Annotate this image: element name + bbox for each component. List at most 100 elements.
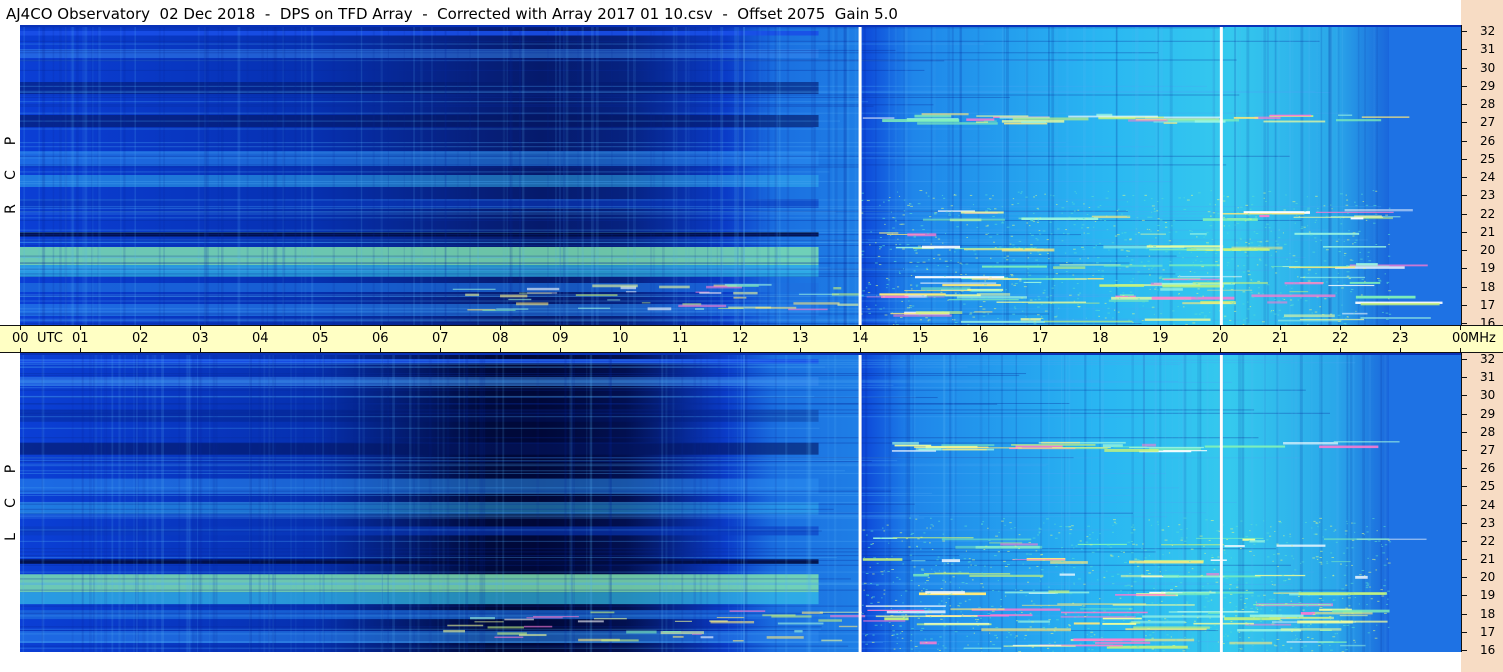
lcp-frequency-label: 19 — [1480, 588, 1496, 603]
time-axis-label: 03 — [192, 331, 209, 346]
lcp-frequency-label: 24 — [1480, 497, 1496, 512]
lcp-frequency-label: 17 — [1480, 624, 1496, 639]
time-axis-label: 22 — [1332, 331, 1349, 346]
rcp-frequency-label: 20 — [1480, 243, 1496, 257]
lcp-frequency-label: 27 — [1480, 442, 1496, 457]
lcp-frequency-tick — [1462, 650, 1467, 651]
rcp-frequency-tick — [1462, 31, 1467, 32]
time-axis-label: 02 — [132, 331, 149, 346]
time-axis-tick — [800, 348, 801, 352]
lcp-spectrogram-image — [20, 353, 1461, 652]
time-axis-label: 01 — [72, 331, 89, 346]
time-axis-tick — [140, 326, 141, 330]
time-axis-tick — [260, 326, 261, 330]
lcp-frequency-label: 23 — [1480, 515, 1496, 530]
rcp-frequency-label: 32 — [1480, 24, 1496, 38]
time-axis-tick — [800, 326, 801, 330]
time-axis-tick — [320, 348, 321, 352]
lcp-frequency-label: 16 — [1480, 643, 1496, 657]
lcp-frequency-axis: 32 31 30 29 28 27 26 25 24 23 22 21 20 19 18 17 16 — [1461, 352, 1503, 656]
rcp-frequency-tick — [1462, 177, 1467, 178]
rcp-frequency-label: 29 — [1480, 78, 1496, 93]
time-axis-tick — [560, 326, 561, 330]
rcp-frequency-tick — [1462, 323, 1467, 324]
lcp-frequency-label: 31 — [1480, 370, 1496, 385]
time-axis-tick — [1400, 326, 1401, 330]
rcp-frequency-label: 21 — [1480, 224, 1496, 239]
lcp-frequency-tick — [1462, 540, 1467, 542]
lcp-frequency-label: 22 — [1480, 533, 1496, 548]
time-axis-tick — [980, 348, 981, 352]
time-axis-tick — [920, 348, 921, 352]
time-axis-label: 07 — [432, 331, 449, 346]
time-axis-tick — [1340, 326, 1341, 330]
lcp-frequency-tick — [1462, 631, 1467, 633]
rcp-frequency-label: 22 — [1480, 206, 1496, 221]
time-axis-label: 15 — [912, 331, 929, 346]
lcp-frequency-tick — [1462, 449, 1467, 451]
rcp-frequency-tick — [1462, 250, 1467, 251]
lcp-letter-l: P — [3, 464, 19, 474]
rcp-frequency-label: 30 — [1480, 60, 1496, 75]
rcp-frequency-tick — [1462, 49, 1467, 51]
time-axis-tick — [860, 326, 861, 330]
time-axis-label: 23 — [1392, 331, 1409, 346]
lcp-frequency-label: 32 — [1480, 352, 1496, 366]
time-axis-label: 14 — [852, 331, 869, 346]
rcp-letter-r: P — [3, 136, 19, 146]
time-axis-label: 08 — [492, 331, 509, 346]
time-axis-label: 00 — [12, 331, 29, 346]
time-axis-label: 00 — [1452, 331, 1469, 346]
time-axis-label: 09 — [552, 331, 569, 346]
rcp-frequency-tick — [1462, 304, 1467, 306]
time-axis-tick — [680, 326, 681, 330]
rcp-frequency-tick — [1462, 158, 1467, 160]
time-axis-tick — [740, 348, 741, 352]
lcp-panel: P C L — [0, 353, 1461, 652]
rcp-frequency-label: 24 — [1480, 170, 1496, 184]
rcp-frequency-label: 19 — [1480, 261, 1496, 276]
rcp-frequency-axis: 32 31 30 29 28 27 26 25 24 23 22 21 20 19 18 17 16 — [1461, 24, 1503, 329]
lcp-letter-c: C — [3, 498, 19, 508]
rcp-spectrogram-image — [20, 25, 1461, 325]
time-axis-label: 20 — [1212, 331, 1229, 346]
time-axis-label: 06 — [372, 331, 389, 346]
time-axis-tick — [320, 326, 321, 330]
rcp-letter-p: R — [3, 204, 19, 214]
time-axis-tick — [1160, 326, 1161, 330]
time-axis-tick — [260, 348, 261, 352]
rcp-frequency-label: 18 — [1480, 279, 1496, 294]
time-axis-tick — [20, 348, 21, 352]
rcp-frequency-tick — [1462, 286, 1467, 288]
time-axis-tick — [860, 348, 861, 352]
time-axis-tick — [440, 348, 441, 352]
time-axis-label: 17 — [1032, 331, 1049, 346]
rcp-panel: P C R — [0, 25, 1461, 325]
lcp-frequency-tick — [1462, 413, 1467, 415]
rcp-frequency-label: 27 — [1480, 115, 1496, 130]
lcp-frequency-label: 29 — [1480, 406, 1496, 421]
time-axis-label: 19 — [1152, 331, 1169, 346]
time-axis-label: 13 — [792, 331, 809, 346]
lcp-frequency-label: 26 — [1480, 461, 1496, 476]
lcp-spectrogram — [20, 353, 1461, 652]
rcp-frequency-label: 17 — [1480, 297, 1496, 312]
time-axis-label: 12 — [732, 331, 749, 346]
rcp-letter-c: C — [3, 170, 19, 180]
rcp-frequency-tick — [1462, 85, 1467, 87]
time-axis-tick — [1460, 348, 1461, 352]
lcp-frequency-label: 30 — [1480, 388, 1496, 403]
time-axis-label: 21 — [1272, 331, 1289, 346]
time-axis-tick — [1340, 348, 1341, 352]
rcp-frequency-label: 26 — [1480, 133, 1496, 148]
lcp-frequency-tick — [1462, 522, 1467, 524]
time-axis-tick — [500, 348, 501, 352]
time-axis-tick — [1280, 326, 1281, 330]
time-axis-tick — [1100, 326, 1101, 330]
time-axis-label: 16 — [972, 331, 989, 346]
lcp-frequency-tick — [1462, 486, 1467, 488]
time-axis-tick — [200, 326, 201, 330]
lcp-side-label: P C L — [0, 353, 20, 652]
lcp-frequency-tick — [1462, 395, 1467, 397]
time-axis-tick — [920, 326, 921, 330]
